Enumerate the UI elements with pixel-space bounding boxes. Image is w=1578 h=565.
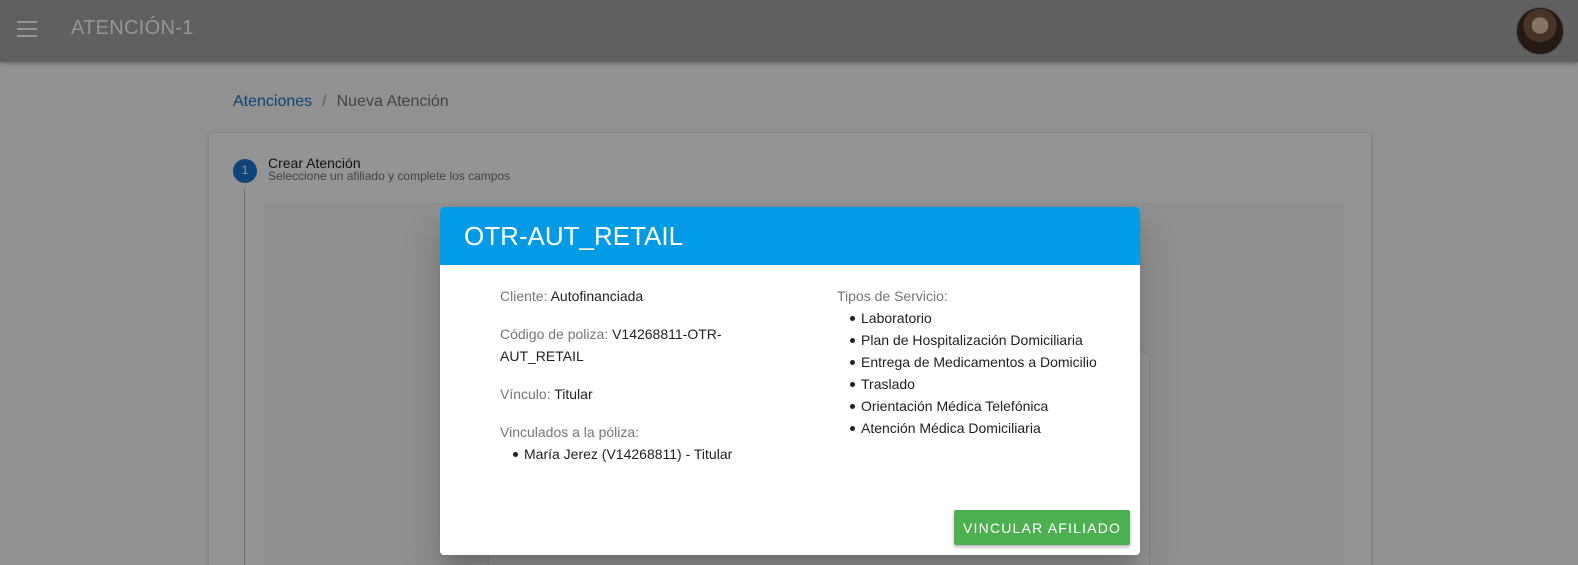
servicios-label: Tipos de Servicio:	[837, 288, 948, 304]
list-item: Atención Médica Domiciliaria	[837, 417, 1127, 439]
policy-details: Cliente: Autofinanciada Código de poliza…	[500, 285, 760, 481]
list-item: Plan de Hospitalización Domiciliaria	[837, 329, 1127, 351]
cliente-field: Cliente: Autofinanciada	[500, 285, 760, 307]
vinculo-field: Vínculo: Titular	[500, 383, 760, 405]
list-item: Laboratorio	[837, 307, 1127, 329]
cliente-label: Cliente:	[500, 288, 548, 304]
vinculados-field: Vinculados a la póliza: María Jerez (V14…	[500, 421, 760, 465]
dialog-title: OTR-AUT_RETAIL	[464, 221, 684, 251]
list-item: Traslado	[837, 373, 1127, 395]
servicios-list: Laboratorio Plan de Hospitalización Domi…	[837, 307, 1127, 439]
vinculo-label: Vínculo:	[500, 386, 551, 402]
vinculados-list: María Jerez (V14268811) - Titular	[500, 443, 760, 465]
vinculo-value: Titular	[554, 386, 593, 402]
cliente-value: Autofinanciada	[550, 288, 644, 304]
list-item: María Jerez (V14268811) - Titular	[500, 443, 760, 465]
vinculados-label: Vinculados a la póliza:	[500, 424, 640, 440]
vincular-afiliado-button[interactable]: VINCULAR AFILIADO	[954, 510, 1131, 545]
codigo-field: Código de poliza: V14268811-OTR-AUT_RETA…	[500, 323, 760, 367]
codigo-label: Código de poliza:	[500, 326, 609, 342]
dialog-header: OTR-AUT_RETAIL	[440, 207, 1140, 265]
list-item: Entrega de Medicamentos a Domicilio	[837, 351, 1127, 373]
service-types: Tipos de Servicio: Laboratorio Plan de H…	[837, 285, 1127, 439]
list-item: Orientación Médica Telefónica	[837, 395, 1127, 417]
policy-dialog: OTR-AUT_RETAIL Cliente: Autofinanciada C…	[440, 207, 1140, 555]
